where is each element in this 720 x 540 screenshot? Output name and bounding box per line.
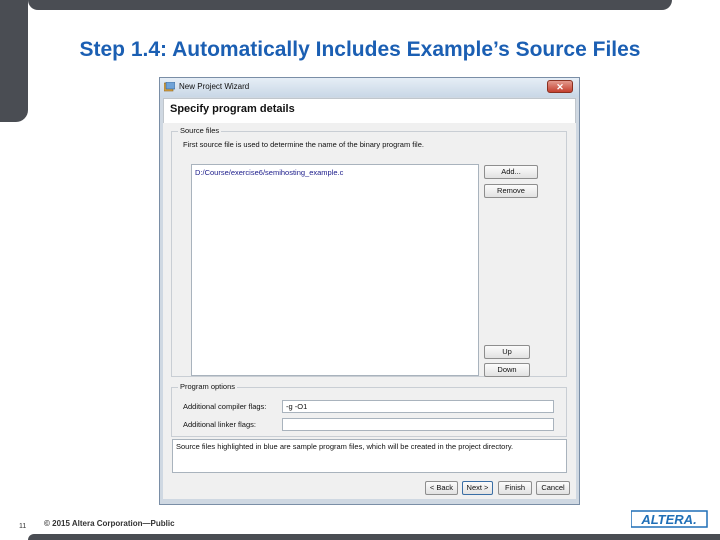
finish-button[interactable]: Finish (498, 481, 532, 495)
source-files-list[interactable]: D:/Course/exercise6/semihosting_example.… (191, 164, 479, 376)
linker-flags-label: Additional linker flags: (183, 420, 256, 429)
wizard-app-icon (164, 82, 175, 92)
source-files-group: Source files First source file is used t… (171, 126, 567, 377)
source-files-description: First source file is used to determine t… (183, 140, 424, 149)
window-title: New Project Wizard (179, 82, 250, 91)
program-options-legend: Program options (178, 382, 238, 391)
close-button[interactable]: ✕ (547, 80, 573, 93)
compiler-flags-label: Additional compiler flags: (183, 402, 267, 411)
linker-flags-input[interactable] (282, 418, 554, 431)
copyright-notice: © 2015 Altera Corporation—Public (44, 519, 175, 528)
slide-footer-bar (28, 534, 720, 540)
altera-logo: ALTERA. (631, 510, 708, 528)
source-files-legend: Source files (178, 126, 222, 135)
window-titlebar[interactable]: New Project Wizard ✕ (160, 78, 579, 97)
wizard-body: Source files First source file is used t… (163, 123, 576, 499)
compiler-flags-input[interactable] (282, 400, 554, 413)
cancel-button[interactable]: Cancel (536, 481, 570, 495)
wizard-page-title: Specify program details (170, 103, 295, 115)
list-item[interactable]: D:/Course/exercise6/semihosting_example.… (195, 168, 343, 177)
new-project-wizard-window: New Project Wizard ✕ Specify program det… (159, 77, 580, 505)
info-message-box: Source files highlighted in blue are sam… (172, 439, 567, 473)
remove-file-button[interactable]: Remove (484, 184, 538, 198)
move-up-button[interactable]: Up (484, 345, 530, 359)
slide-top-bar (28, 0, 672, 10)
add-file-button[interactable]: Add... (484, 165, 538, 179)
next-button[interactable]: Next > (462, 481, 493, 495)
page-number: 11 (19, 523, 27, 530)
slide-title: Step 1.4: Automatically Includes Example… (79, 38, 641, 61)
svg-text:ALTERA.: ALTERA. (640, 512, 696, 527)
program-options-group: Program options Additional compiler flag… (171, 382, 567, 437)
back-button[interactable]: < Back (425, 481, 458, 495)
move-down-button[interactable]: Down (484, 363, 530, 377)
info-message: Source files highlighted in blue are sam… (176, 442, 514, 451)
